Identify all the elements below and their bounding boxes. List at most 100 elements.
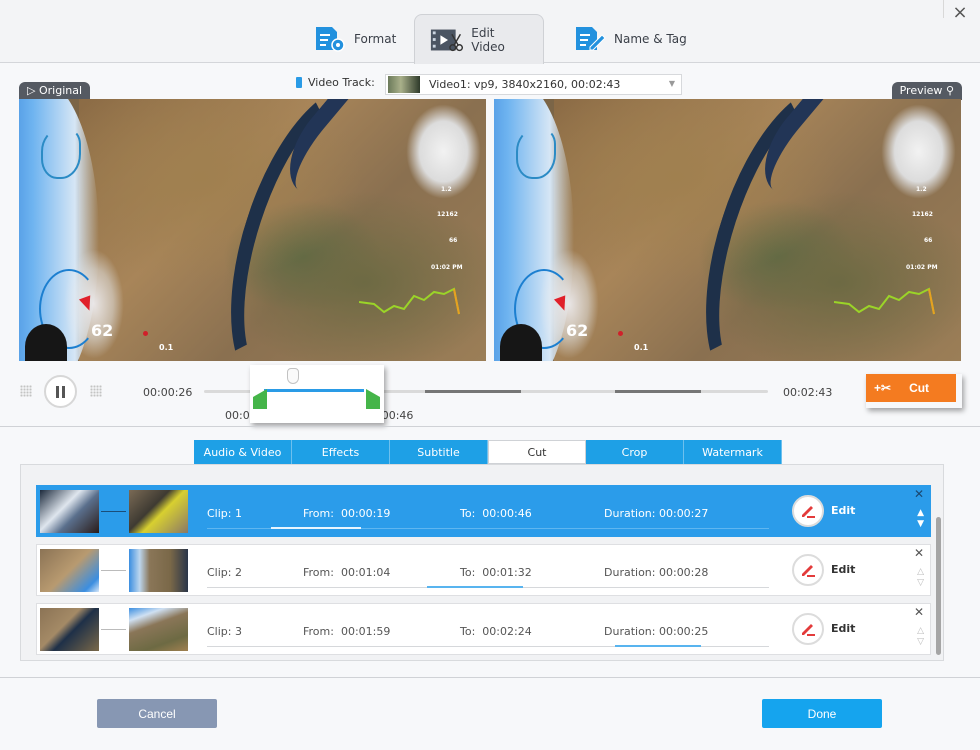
to-value: 00:02:24 [482, 625, 532, 638]
tab-audio-video[interactable]: Audio & Video [194, 440, 292, 464]
clip-list: Clip: 1 From: 00:00:19 To: 00:00:46 Dura… [20, 464, 944, 661]
move-down-icon[interactable]: ▽ [917, 637, 924, 647]
format-icon [316, 26, 345, 52]
thumbnail-connector [101, 570, 126, 571]
hud-path [516, 129, 556, 179]
from-value: 00:01:59 [340, 625, 391, 638]
to-label: To: [460, 625, 476, 638]
hud-stat: 12162 [912, 211, 933, 218]
top-tab-bar: Format Edit Video Name & Tag × [0, 0, 980, 64]
cut-label: Cut [909, 381, 930, 395]
clip-start-thumbnail [40, 549, 99, 592]
clip-list-scrollbar[interactable] [936, 517, 941, 655]
pause-button[interactable] [44, 375, 77, 408]
tab-edit-video[interactable]: Edit Video [414, 14, 544, 64]
from-value: 00:00:19 [340, 507, 391, 520]
segment-start-handle[interactable] [253, 389, 267, 409]
duration-value: 00:00:27 [658, 507, 709, 520]
edit-video-icon [430, 29, 464, 51]
clip-row[interactable]: Clip: 1 From: 00:00:19 To: 00:00:46 Dura… [36, 485, 931, 537]
duration-value: 00:00:25 [658, 625, 709, 638]
close-icon[interactable]: ✕ [914, 487, 924, 501]
next-frame-icon[interactable] [90, 385, 102, 397]
hud-trail [834, 287, 935, 315]
previous-frame-icon[interactable] [20, 385, 32, 397]
from-label: From: [303, 566, 334, 579]
clip-duration: Duration: 00:00:27 [604, 507, 708, 520]
tab-effects[interactable]: Effects [292, 440, 390, 464]
hud-stat: 1.2 [441, 186, 452, 193]
total-time: 00:02:43 [783, 386, 833, 399]
edit-sub-tabs: Audio & Video Effects Subtitle Cut Crop … [194, 440, 782, 464]
move-up-icon[interactable]: △ [917, 626, 924, 636]
tab-format[interactable]: Format [300, 14, 410, 63]
edit-clip-button[interactable] [792, 554, 824, 586]
footer-divider [0, 677, 980, 678]
clip-from: From: 00:01:59 [303, 625, 390, 638]
hud-speed: 62 [566, 321, 589, 340]
helmet-silhouette [500, 324, 542, 361]
hud-distance: 0.1 [159, 343, 174, 352]
tab-crop[interactable]: Crop [586, 440, 684, 464]
tab-cut[interactable]: Cut [488, 440, 586, 464]
clip-duration: Duration: 00:00:25 [604, 625, 708, 638]
clip-from: From: 00:01:04 [303, 566, 390, 579]
tab-watermark[interactable]: Watermark [684, 440, 782, 464]
move-up-icon[interactable]: ▲ [917, 508, 924, 518]
preview-tab[interactable]: Preview ⚲ [891, 82, 962, 100]
hud-clock: 01:02 PM [431, 264, 463, 271]
edit-video-dialog: Format Edit Video Name & Tag × Video Tra… [0, 0, 980, 750]
video-cloud [406, 104, 481, 199]
tab-name-tag[interactable]: Name & Tag [560, 14, 701, 63]
clip-number: Clip: 3 [207, 625, 242, 638]
clip-start-thumbnail [40, 490, 99, 533]
to-value: 00:01:32 [482, 566, 532, 579]
segment-end-handle[interactable] [366, 389, 380, 409]
thumbnail-connector [101, 511, 126, 512]
move-down-icon[interactable]: ▽ [917, 578, 924, 588]
search-icon[interactable]: ⚲ [946, 84, 954, 97]
pencil-icon [802, 624, 815, 636]
video-track-row: Video Track: Video1: vp9, 3840x2160, 00:… [0, 72, 980, 96]
done-button[interactable]: Done [762, 699, 882, 728]
tab-edit-video-label: Edit Video [471, 25, 505, 54]
hud-stat: 12162 [437, 211, 458, 218]
cut-button[interactable]: +✂ Cut [866, 374, 956, 402]
video-cloud [881, 104, 956, 199]
edit-label[interactable]: Edit [831, 622, 855, 635]
chevron-down-icon: ▼ [668, 79, 675, 88]
edit-clip-button[interactable] [792, 495, 824, 527]
title-separator [943, 0, 944, 18]
move-up-icon[interactable]: △ [917, 567, 924, 577]
clip-segment-2[interactable] [425, 390, 521, 393]
clip-row[interactable]: Clip: 2 From: 00:01:04 To: 00:01:32 Dura… [36, 544, 931, 596]
clip-row[interactable]: Clip: 3 From: 00:01:59 To: 00:02:24 Dura… [36, 603, 931, 655]
original-video: 62 0.1 1.2 12162 66 01:02 PM [19, 99, 486, 361]
playhead-handle[interactable] [287, 368, 299, 384]
clip-start-thumbnail [40, 608, 99, 651]
from-label: From: [303, 625, 334, 638]
clip-end-thumbnail [129, 549, 188, 592]
track-icon [296, 77, 302, 88]
from-value: 00:01:04 [340, 566, 391, 579]
edit-label[interactable]: Edit [831, 563, 855, 576]
video-track-select[interactable]: Video1: vp9, 3840x2160, 00:02:43 ▼ [385, 74, 682, 95]
clip-to: To: 00:02:24 [460, 625, 532, 638]
from-label: From: [303, 507, 334, 520]
clip-duration: Duration: 00:00:28 [604, 566, 708, 579]
section-divider [0, 426, 980, 427]
hud-stat: 1.2 [916, 186, 927, 193]
video-track-value: Video1: vp9, 3840x2160, 00:02:43 [429, 78, 621, 91]
close-icon[interactable]: ✕ [914, 546, 924, 560]
hud-speed: 62 [91, 321, 114, 340]
hud-distance: 0.1 [634, 343, 649, 352]
edit-clip-button[interactable] [792, 613, 824, 645]
play-outline-icon: ▷ [27, 84, 39, 97]
close-icon[interactable]: ✕ [914, 605, 924, 619]
clip-segment-3[interactable] [615, 390, 701, 393]
move-down-icon[interactable]: ▼ [917, 519, 924, 529]
cancel-button[interactable]: Cancel [97, 699, 217, 728]
close-icon[interactable]: × [950, 3, 970, 23]
tab-subtitle[interactable]: Subtitle [390, 440, 488, 464]
edit-label[interactable]: Edit [831, 504, 855, 517]
